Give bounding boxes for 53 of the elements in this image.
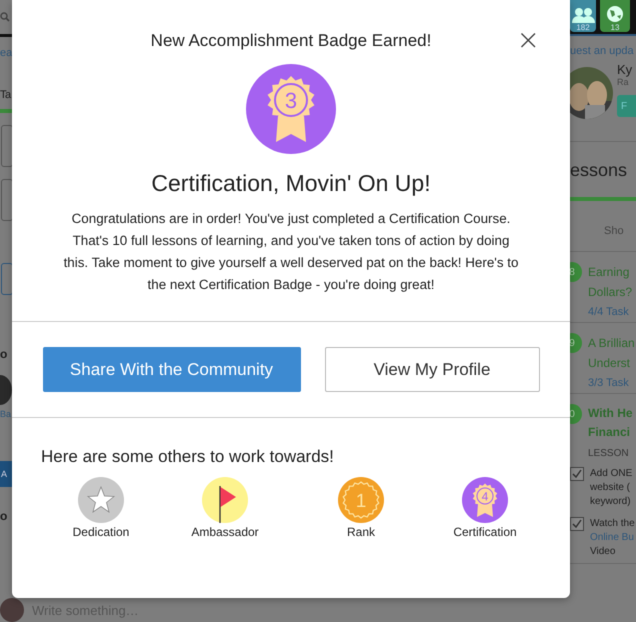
checkbox[interactable] [570,517,584,531]
flag-badge-icon [202,477,248,523]
person-name[interactable]: Ba [0,409,12,419]
lesson-number: 9 [570,333,582,353]
user-name: Ky [617,63,632,77]
star-badge-icon [78,477,124,523]
task-text: website ( [590,481,632,495]
task-text: keyword) [590,495,632,509]
badge-label: Ambassador [191,525,259,539]
task-count[interactable]: 3/3 Task [570,377,636,389]
lesson-label: LESSON [587,448,630,459]
action-button[interactable]: A [0,461,12,487]
user-subtitle: Ra [617,77,629,87]
globe-icon [606,5,624,23]
search-icon[interactable] [0,12,10,22]
certification-badge-icon: 4 [462,477,508,523]
page-heading: Ta [0,89,11,101]
lesson-title[interactable]: Dollars? [588,282,632,302]
badge-label: Rank [346,525,375,539]
follow-button[interactable]: F [617,95,636,117]
lessons-heading: essons [570,160,628,181]
search-text[interactable]: ea [0,47,12,59]
task-link[interactable]: Online Bu [590,531,635,545]
task-count[interactable]: 4/4 Task [570,306,636,318]
lesson-title[interactable]: Financi [588,423,633,442]
section-title: Here are some others to work towards! [41,447,334,467]
lesson-title[interactable]: Earning [588,262,632,282]
badge-label: Dedication [72,525,130,539]
badge-title: Certification, Movin' On Up! [151,170,431,197]
badge-label: Certification [453,525,517,539]
lesson-title[interactable]: A Brillian [588,333,635,353]
task-text: Add ONE [590,467,632,481]
lesson-title[interactable]: Underst [588,353,635,373]
checkbox[interactable] [570,467,584,481]
section-heading: o [0,509,8,523]
certification-badge-icon: 3 [246,64,336,154]
counter-tile[interactable]: 13 [600,0,630,32]
modal-title: New Accomplishment Badge Earned! [150,31,432,51]
section-heading: o [0,347,8,361]
lesson-number: 0 [570,404,582,424]
people-icon [570,7,596,23]
rank-badge-icon: 1 [338,477,384,523]
lesson-number: 8 [570,262,582,282]
profile-button[interactable]: View My Profile [324,347,540,392]
task-text: Video [590,545,616,559]
badge-message: Congratulations are in order! You've just completed a Certification Course. That's 10 full lessons of learning, and you've taken tons of action by doing this. Take moment to give yourself a well deserved pat on the back! Here's to the next Certification Badge - you're doing great! [62,210,520,294]
avatar [0,598,24,622]
lesson-title[interactable]: With He [588,404,633,423]
task-text: Watch the [590,517,635,531]
update-link[interactable]: uest an upda [570,45,636,57]
counter-tile[interactable]: 182 [570,0,596,32]
close-button[interactable]: × [514,26,542,54]
share-button[interactable]: Share With the Community [42,347,300,392]
